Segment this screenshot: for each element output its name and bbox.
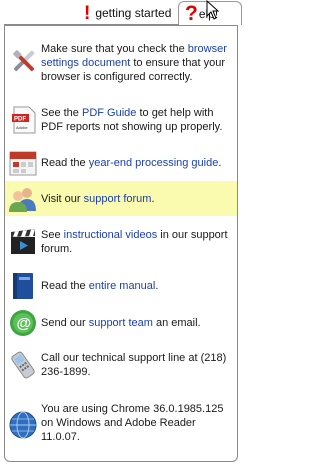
list-item-text: Make sure that you check the browser set…: [41, 42, 233, 84]
browser-info-text: You are using Chrome 36.0.1985.125 on Wi…: [41, 403, 224, 443]
text-segment: .: [155, 280, 159, 292]
exclamation-icon: !: [84, 2, 91, 24]
text-segment: Read the: [41, 157, 89, 169]
list-item-text: Call our technical support line at (218)…: [41, 351, 233, 379]
tab-getting-started-label: getting started: [95, 6, 172, 20]
list-item-text: Read the entire manual.: [41, 279, 233, 293]
question-mark-icon: ?: [185, 2, 198, 25]
list-item-text: Send our support team an email.: [41, 316, 233, 330]
svg-text:PDF: PDF: [14, 117, 26, 123]
svg-text:@: @: [17, 315, 32, 332]
text-segment: See the: [41, 107, 82, 119]
text-segment: Send our: [41, 317, 89, 329]
year-end-guide-link[interactable]: year-end processing guide: [89, 157, 219, 169]
tab-bar: ! getting started ? elp!: [0, 0, 242, 25]
list-item-manual: Read the entire manual.: [5, 269, 237, 303]
list-item-browser-info: You are using Chrome 36.0.1985.125 on Wi…: [5, 396, 237, 452]
list-item-text: See instructional videos in our support …: [41, 228, 233, 256]
manual-book-icon: [13, 273, 33, 299]
calendar-icon: [9, 151, 37, 176]
text-segment: an email.: [152, 317, 201, 329]
text-segment: .: [218, 157, 222, 169]
text-segment: Read the: [41, 280, 89, 292]
list-item-videos: See instructional videos in our support …: [5, 222, 237, 262]
support-forum-link[interactable]: support forum: [84, 193, 152, 205]
phone-icon: [11, 351, 35, 379]
users-icon: [9, 188, 36, 212]
text-segment: Make sure that you check the: [41, 43, 188, 55]
text-segment: .: [151, 193, 155, 205]
entire-manual-link[interactable]: entire manual: [89, 280, 156, 292]
mouse-cursor-icon: [206, 0, 220, 20]
email-at-icon: @: [10, 310, 36, 336]
list-item-text: Read the year-end processing guide.: [41, 156, 233, 170]
list-item-support-forum[interactable]: Visit our support forum.: [5, 181, 237, 216]
tab-getting-started[interactable]: ! getting started: [82, 2, 178, 24]
list-item-pdf-guide: PDF Adobe See the PDF Guide to get help …: [5, 100, 237, 140]
globe-icon: [9, 411, 37, 439]
pdf-guide-link[interactable]: PDF Guide: [82, 107, 136, 119]
text-segment: See: [41, 229, 64, 241]
tools-icon: [13, 50, 35, 72]
phone-text: Call our technical support line at (218)…: [41, 352, 227, 378]
help-panel: Make sure that you check the browser set…: [4, 25, 238, 462]
instructional-videos-link[interactable]: instructional videos: [64, 229, 158, 241]
list-item-year-end: Read the year-end processing guide.: [5, 146, 237, 180]
video-clapper-icon: [11, 229, 35, 254]
svg-text:Adobe: Adobe: [16, 125, 28, 130]
list-item-text: See the PDF Guide to get help with PDF r…: [41, 106, 233, 134]
list-item-browser-settings: Make sure that you check the browser set…: [5, 38, 237, 86]
list-item-text: Visit our support forum.: [41, 192, 233, 206]
pdf-document-icon: PDF Adobe: [12, 106, 36, 134]
list-item-text: You are using Chrome 36.0.1985.125 on Wi…: [41, 402, 233, 444]
support-team-link[interactable]: support team: [89, 317, 153, 329]
list-item-phone: Call our technical support line at (218)…: [5, 344, 237, 386]
list-item-email: @ Send our support team an email.: [5, 306, 237, 340]
text-segment: Visit our: [41, 193, 84, 205]
